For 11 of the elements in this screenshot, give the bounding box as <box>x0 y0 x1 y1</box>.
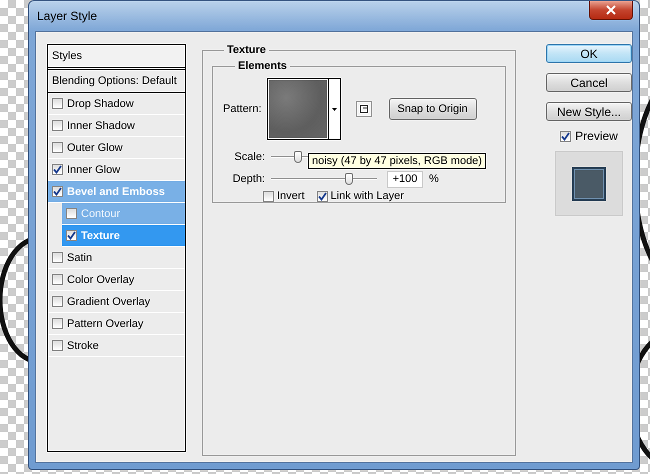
depth-label: Depth: <box>232 173 265 185</box>
tooltip: noisy (47 by 47 pixels, RGB mode) <box>308 153 486 169</box>
scale-label: Scale: <box>233 151 265 163</box>
preview-label: Preview <box>575 129 618 143</box>
invert-label: Invert <box>277 190 305 202</box>
pattern-label: Pattern: <box>223 103 262 115</box>
group-title: Elements <box>237 60 288 72</box>
link-with-layer-label: Link with Layer <box>330 190 404 202</box>
group-title: Texture <box>226 44 267 56</box>
window-title: Layer Style <box>36 9 98 23</box>
unit-label: % <box>429 173 439 185</box>
